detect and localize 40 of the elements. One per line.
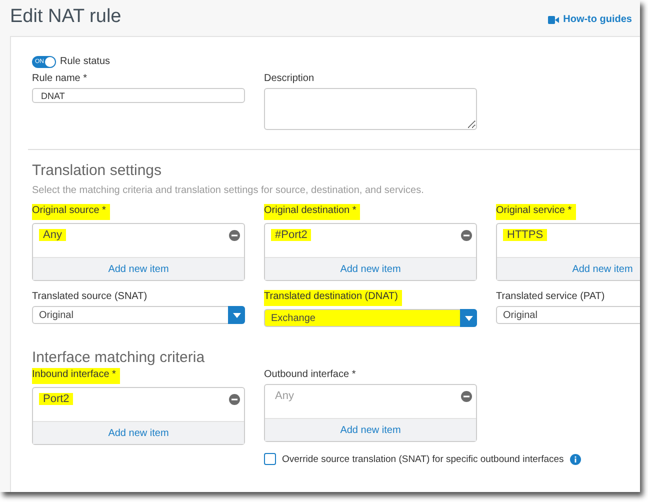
add-new-item-link[interactable]: Add new item	[265, 418, 476, 441]
page-title: Edit NAT rule	[10, 6, 122, 28]
dropdown[interactable]: Original	[32, 306, 245, 324]
field-label: Inbound interface *	[32, 368, 120, 384]
add-new-item-link[interactable]: Add new item	[33, 421, 244, 444]
list-item[interactable]: #Port2	[271, 229, 312, 241]
remove-icon[interactable]	[461, 390, 472, 402]
list-item[interactable]: Port2	[39, 393, 74, 405]
field-label: Translated service (PAT)	[496, 290, 605, 303]
dropdown[interactable]: Original	[496, 306, 640, 324]
list-item[interactable]: HTTPS	[503, 229, 548, 241]
field-label: Translated source (SNAT)	[32, 290, 148, 303]
override-checkbox[interactable]	[264, 453, 276, 465]
field-label: Original source *	[32, 204, 110, 220]
section-heading: Translation settings	[32, 162, 163, 179]
rule-name-field[interactable]: DNAT	[32, 88, 245, 103]
add-new-item-link[interactable]: Add new item	[497, 257, 640, 280]
remove-icon[interactable]	[229, 394, 240, 404]
rule-status-label: Rule status	[60, 55, 110, 68]
how-to-guides-link[interactable]: How-to guides	[548, 14, 632, 25]
video-camera-icon	[548, 16, 560, 24]
field-label: Outbound interface *	[264, 368, 356, 381]
field-label: Original service *	[496, 204, 576, 220]
add-new-item-link[interactable]: Add new item	[265, 257, 476, 280]
description-label: Description	[264, 72, 314, 85]
field-label: Translated destination (DNAT)	[264, 290, 402, 306]
add-new-item-link[interactable]: Add new item	[33, 257, 244, 280]
remove-icon[interactable]	[461, 230, 472, 240]
caret-icon	[460, 309, 477, 327]
dropdown[interactable]: Exchange	[264, 309, 477, 327]
field-label: Original destination *	[264, 204, 360, 220]
caret-icon	[228, 306, 245, 324]
info-icon[interactable]	[570, 454, 581, 464]
description-field[interactable]	[264, 88, 477, 130]
rule-name-label: Rule name *	[32, 72, 88, 85]
list-item[interactable]: Any	[39, 229, 66, 241]
section-description: Select the matching criteria and translation settings for source, destination, and services.	[32, 185, 425, 196]
remove-icon[interactable]	[229, 230, 240, 240]
section-heading: Interface matching criteria	[32, 349, 206, 366]
override-label: Override source translation (SNAT) for specific outbound interfaces	[282, 454, 564, 464]
